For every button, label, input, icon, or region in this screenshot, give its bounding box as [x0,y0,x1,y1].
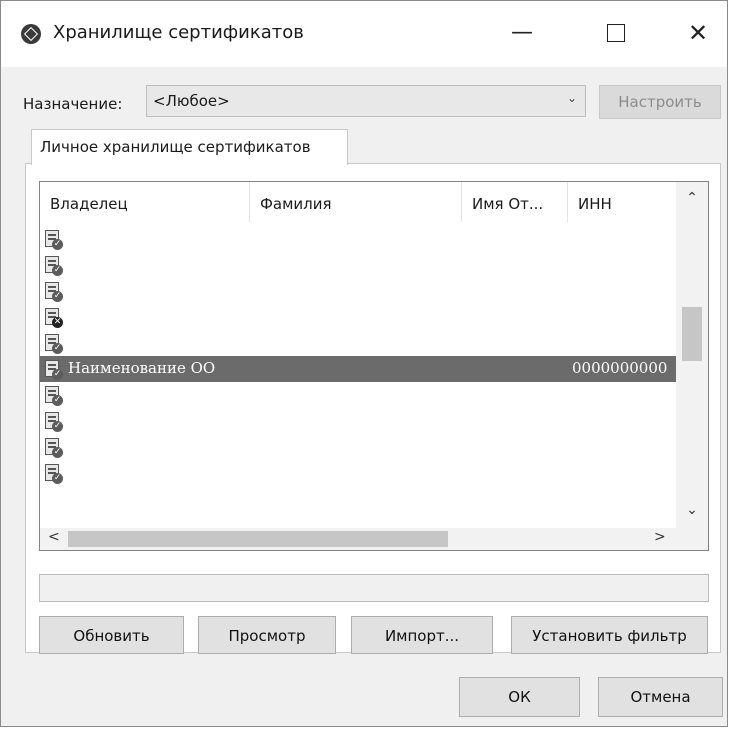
column-header-surname[interactable]: Фамилия [250,182,462,222]
column-header-inn[interactable]: ИНН [568,182,676,222]
app-icon [21,24,41,44]
minimize-button[interactable]: — [499,13,545,53]
maximize-button[interactable] [593,13,639,53]
list-item[interactable]: ✓ [40,434,676,460]
list-item[interactable]: ✓ [40,226,676,252]
list-item[interactable]: ✓ [40,252,676,278]
import-button[interactable]: Импорт... [351,616,493,654]
scroll-down-icon[interactable]: ⌄ [676,502,708,518]
scrollbar-corner [676,528,708,550]
tab-panel: Владелец Фамилия Имя От... ИНН ✓ ✓ ✓ ✕ ✓ [25,163,721,654]
title-bar: Хранилище сертификатов — ✕ [1,1,727,67]
close-button[interactable]: ✕ [675,13,721,53]
refresh-button[interactable]: Обновить [39,616,184,654]
certificate-icon: ✓ [44,334,64,354]
list-item[interactable]: ✕ [40,304,676,330]
certificate-icon: ✓ [44,282,64,302]
horizontal-scroll-thumb[interactable] [68,531,448,547]
purpose-value: <Любое> [153,92,230,110]
maximize-icon [607,24,625,42]
scroll-left-icon[interactable]: < [48,529,60,545]
owner-cell: Наименование ОО [68,359,216,377]
purpose-select[interactable]: <Любое> ⌄ [146,85,586,117]
selected-list-item[interactable]: ✓ Наименование ОО 0000000000 [40,356,676,382]
horizontal-scrollbar[interactable]: < > [40,528,676,550]
ok-button[interactable]: ОК [459,677,580,717]
certificate-icon: ✓ [44,230,64,250]
column-header-name[interactable]: Имя От... [462,182,568,222]
list-item[interactable]: ✓ [40,408,676,434]
setup-button[interactable]: Настроить [599,85,721,119]
certificate-invalid-icon: ✕ [44,308,64,328]
certificate-icon: ✓ [44,412,64,432]
certificate-icon: ✓ [44,438,64,458]
chevron-down-icon: ⌄ [566,91,577,105]
list-item[interactable]: ✓ [40,330,676,356]
scroll-up-icon[interactable]: ⌃ [676,190,708,206]
vertical-scroll-thumb[interactable] [682,307,702,361]
status-field [39,574,709,602]
list-item[interactable]: ✓ [40,382,676,408]
window-title: Хранилище сертификатов [53,22,304,43]
certificate-icon: ✓ [44,256,64,276]
certificate-icon: ✓ [44,464,64,484]
scroll-right-icon[interactable]: > [654,529,666,545]
tab-personal-store[interactable]: Личное хранилище сертификатов [31,129,348,165]
vertical-scrollbar[interactable]: ⌃ ⌄ [676,182,708,550]
view-button[interactable]: Просмотр [198,616,336,654]
column-header-owner[interactable]: Владелец [40,182,250,222]
certificate-icon: ✓ [44,360,64,380]
list-item[interactable]: ✓ [40,278,676,304]
inn-cell: 0000000000 [572,359,668,377]
certificate-icon: ✓ [44,386,64,406]
set-filter-button[interactable]: Установить фильтр [511,616,708,654]
list-item[interactable]: ✓ [40,460,676,486]
certificate-list[interactable]: Владелец Фамилия Имя От... ИНН ✓ ✓ ✓ ✕ ✓ [39,181,709,551]
certificate-store-dialog: Хранилище сертификатов — ✕ Назначение: <… [0,0,728,727]
purpose-label: Назначение: [23,95,123,113]
cancel-button[interactable]: Отмена [598,677,723,717]
